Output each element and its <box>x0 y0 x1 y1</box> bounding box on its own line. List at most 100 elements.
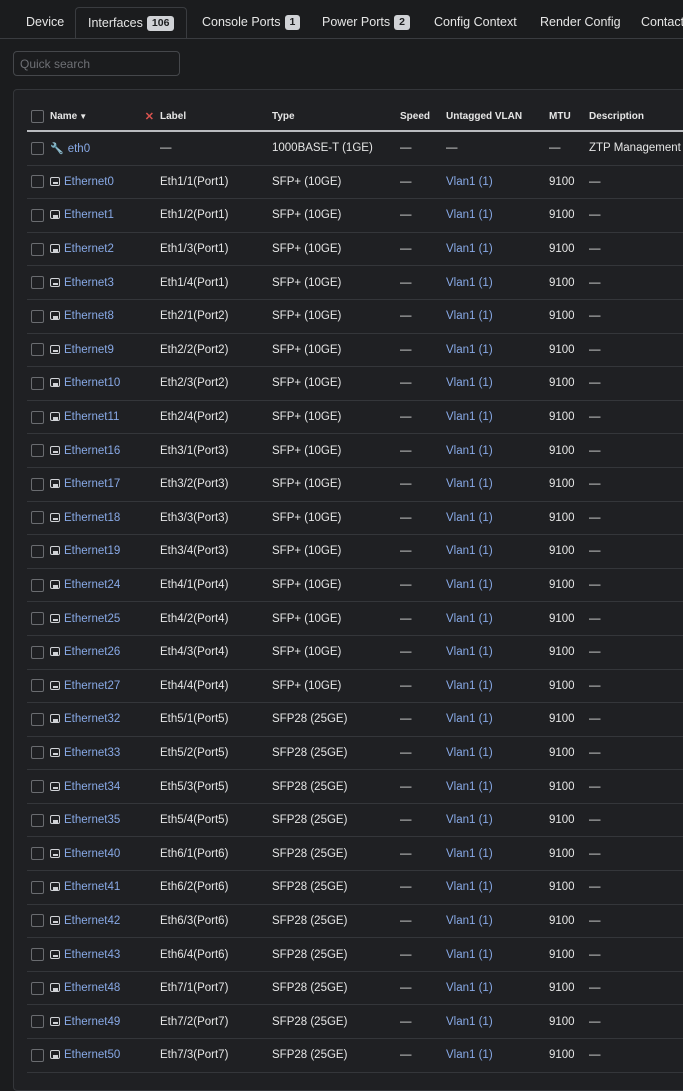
tab-power-ports[interactable]: Power Ports 2 <box>322 7 410 38</box>
interface-link[interactable]: Ethernet25 <box>64 613 120 625</box>
vlan-link[interactable]: Vlan1 (1) <box>446 512 493 524</box>
header-select-all[interactable] <box>27 102 50 132</box>
interface-link[interactable]: Ethernet2 <box>64 243 114 255</box>
row-checkbox[interactable] <box>31 780 44 794</box>
quick-search-input[interactable] <box>13 51 180 76</box>
row-checkbox[interactable] <box>31 309 44 323</box>
interface-link[interactable]: Ethernet49 <box>64 1016 120 1028</box>
interface-link[interactable]: Ethernet18 <box>64 512 120 524</box>
interface-link[interactable]: Ethernet26 <box>64 646 120 658</box>
vlan-link[interactable]: Vlan1 (1) <box>446 209 493 221</box>
header-name[interactable]: Name ▼ <box>50 102 142 132</box>
row-checkbox[interactable] <box>31 712 44 726</box>
vlan-link[interactable]: Vlan1 (1) <box>446 243 493 255</box>
interface-link[interactable]: Ethernet34 <box>64 781 120 793</box>
header-description[interactable]: Description <box>589 102 683 132</box>
interface-link[interactable]: Ethernet11 <box>64 411 119 423</box>
column-name-label[interactable]: Name <box>50 111 77 122</box>
row-checkbox[interactable] <box>31 578 44 592</box>
vlan-link[interactable]: Vlan1 (1) <box>446 478 493 490</box>
vlan-link[interactable]: Vlan1 (1) <box>446 949 493 961</box>
interface-link[interactable]: Ethernet40 <box>64 848 120 860</box>
row-checkbox[interactable] <box>31 511 44 525</box>
interface-link[interactable]: Ethernet16 <box>64 445 120 457</box>
interface-link[interactable]: eth0 <box>68 143 90 155</box>
vlan-link[interactable]: Vlan1 (1) <box>446 445 493 457</box>
row-checkbox[interactable] <box>31 679 44 693</box>
interface-link[interactable]: Ethernet19 <box>64 545 120 557</box>
row-checkbox[interactable] <box>31 746 44 760</box>
row-checkbox[interactable] <box>31 645 44 659</box>
vlan-link[interactable]: Vlan1 (1) <box>446 848 493 860</box>
vlan-link[interactable]: Vlan1 (1) <box>446 277 493 289</box>
interface-link[interactable]: Ethernet48 <box>64 982 120 994</box>
row-checkbox[interactable] <box>31 242 44 256</box>
clear-sort-icon[interactable]: ✕ <box>145 111 154 123</box>
row-checkbox[interactable] <box>31 376 44 390</box>
row-checkbox[interactable] <box>31 343 44 357</box>
vlan-link[interactable]: Vlan1 (1) <box>446 646 493 658</box>
header-untagged-vlan[interactable]: Untagged VLAN <box>446 102 549 132</box>
vlan-link[interactable]: Vlan1 (1) <box>446 781 493 793</box>
header-type[interactable]: Type <box>272 102 400 132</box>
select-all-checkbox[interactable] <box>31 109 44 123</box>
tab-console-ports[interactable]: Console Ports 1 <box>202 7 301 38</box>
vlan-link[interactable]: Vlan1 (1) <box>446 747 493 759</box>
row-checkbox[interactable] <box>31 444 44 458</box>
vlan-link[interactable]: Vlan1 (1) <box>446 915 493 927</box>
row-checkbox[interactable] <box>31 410 44 424</box>
interface-link[interactable]: Ethernet33 <box>64 747 120 759</box>
vlan-link[interactable]: Vlan1 (1) <box>446 579 493 591</box>
interface-link[interactable]: Ethernet3 <box>64 277 114 289</box>
tab-device[interactable]: Device <box>26 7 64 38</box>
interface-link[interactable]: Ethernet35 <box>64 814 120 826</box>
row-checkbox[interactable] <box>31 477 44 491</box>
row-checkbox[interactable] <box>31 1015 44 1029</box>
vlan-link[interactable]: Vlan1 (1) <box>446 411 493 423</box>
vlan-link[interactable]: Vlan1 (1) <box>446 1016 493 1028</box>
row-checkbox[interactable] <box>31 208 44 222</box>
vlan-link[interactable]: Vlan1 (1) <box>446 310 493 322</box>
vlan-link[interactable]: Vlan1 (1) <box>446 176 493 188</box>
row-checkbox[interactable] <box>31 276 44 290</box>
vlan-link[interactable]: Vlan1 (1) <box>446 982 493 994</box>
vlan-link[interactable]: Vlan1 (1) <box>446 814 493 826</box>
interface-link[interactable]: Ethernet8 <box>64 310 114 322</box>
vlan-link[interactable]: Vlan1 (1) <box>446 613 493 625</box>
interface-link[interactable]: Ethernet27 <box>64 680 120 692</box>
sort-descending-icon[interactable]: ▼ <box>79 112 87 121</box>
header-label[interactable]: Label <box>160 102 272 132</box>
interface-link[interactable]: Ethernet42 <box>64 915 120 927</box>
interface-link[interactable]: Ethernet1 <box>64 209 114 221</box>
row-checkbox[interactable] <box>31 948 44 962</box>
row-checkbox[interactable] <box>31 914 44 928</box>
vlan-link[interactable]: Vlan1 (1) <box>446 680 493 692</box>
vlan-link[interactable]: Vlan1 (1) <box>446 377 493 389</box>
row-checkbox[interactable] <box>31 847 44 861</box>
row-checkbox[interactable] <box>31 612 44 626</box>
header-mtu[interactable]: MTU <box>549 102 589 132</box>
row-checkbox[interactable] <box>31 981 44 995</box>
interface-link[interactable]: Ethernet9 <box>64 344 114 356</box>
row-checkbox[interactable] <box>31 141 44 155</box>
row-checkbox[interactable] <box>31 175 44 189</box>
row-checkbox[interactable] <box>31 813 44 827</box>
tab-interfaces[interactable]: Interfaces 106 <box>75 7 188 38</box>
interface-link[interactable]: Ethernet43 <box>64 949 120 961</box>
vlan-link[interactable]: Vlan1 (1) <box>446 545 493 557</box>
tab-render-config[interactable]: Render Config <box>540 7 621 38</box>
interface-link[interactable]: Ethernet41 <box>64 881 120 893</box>
interface-link[interactable]: Ethernet17 <box>64 478 120 490</box>
interface-link[interactable]: Ethernet10 <box>64 377 120 389</box>
interface-link[interactable]: Ethernet32 <box>64 713 120 725</box>
vlan-link[interactable]: Vlan1 (1) <box>446 713 493 725</box>
header-speed[interactable]: Speed <box>400 102 446 132</box>
header-clear[interactable]: ✕ <box>142 102 160 132</box>
row-checkbox[interactable] <box>31 880 44 894</box>
tab-contacts[interactable]: Contacts <box>641 7 683 38</box>
interface-link[interactable]: Ethernet0 <box>64 176 114 188</box>
tab-config-context[interactable]: Config Context <box>434 7 517 38</box>
vlan-link[interactable]: Vlan1 (1) <box>446 344 493 356</box>
vlan-link[interactable]: Vlan1 (1) <box>446 881 493 893</box>
row-checkbox[interactable] <box>31 544 44 558</box>
